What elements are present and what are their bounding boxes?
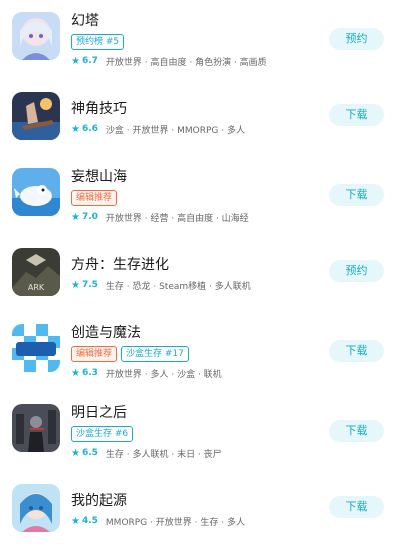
game-title[interactable]: 我的起源 [71, 492, 127, 510]
game-title[interactable]: 创造与魔法 [71, 324, 141, 342]
reserve-button[interactable]: 预约 [329, 260, 384, 282]
game-list: 幻塔 预约榜 #5 ★ 6.7 开放世界 · 高自由度 · 角色扮演 · 高画质… [0, 0, 400, 548]
score: 6.6 [81, 124, 98, 134]
rating-row: ★ 7.5 生存 · 恐龙 · Steam移植 · 多人联机 [71, 278, 251, 292]
game-icon-shenjiao[interactable] [12, 92, 60, 140]
genre-list: 沙盒 · 开放世界 · MMORPG · 多人 [105, 125, 245, 136]
list-item[interactable]: 妄想山海 编辑推荐 ★ 7.0 开放世界 · 经营 · 高自由度 · 山海经 下… [0, 168, 400, 246]
game-title[interactable]: 妄想山海 [71, 168, 127, 186]
genre-list: MMORPG · 开放世界 · 生存 · 多人 [105, 517, 245, 528]
game-title[interactable]: 明日之后 [71, 404, 127, 422]
star-icon: ★ [71, 211, 80, 223]
score: 7.0 [81, 212, 98, 222]
game-icon-mingri[interactable] [12, 404, 60, 452]
star-icon: ★ [71, 515, 80, 527]
game-title[interactable]: 方舟：生存进化 [71, 256, 169, 274]
list-item[interactable]: 神角技巧 ★ 6.6 沙盒 · 开放世界 · MMORPG · 多人 下载 [0, 92, 400, 170]
tag-row: 编辑推荐 沙盒生存 #17 [71, 346, 189, 362]
genre-list: 开放世界 · 高自由度 · 角色扮演 · 高画质 [105, 57, 267, 68]
rating-row: ★ 6.6 沙盒 · 开放世界 · MMORPG · 多人 [71, 122, 245, 136]
rating-row: ★ 6.3 开放世界 · 多人 · 沙盒 · 联机 [71, 366, 222, 380]
list-item[interactable]: 明日之后 沙盒生存 #6 ★ 6.5 生存 · 多人联机 · 末日 · 丧尸 下… [0, 404, 400, 482]
tag-row: 沙盒生存 #6 [71, 426, 134, 442]
download-button[interactable]: 下载 [329, 496, 384, 518]
svg-text:ARK: ARK [28, 283, 45, 292]
download-button[interactable]: 下载 [329, 340, 384, 362]
score: 4.5 [81, 516, 98, 526]
star-icon: ★ [71, 123, 80, 135]
game-title[interactable]: 幻塔 [71, 12, 99, 30]
download-button[interactable]: 下载 [329, 104, 384, 126]
rating-row: ★ 4.5 MMORPG · 开放世界 · 生存 · 多人 [71, 514, 245, 528]
tag-row: 编辑推荐 [71, 190, 118, 206]
rank-tag[interactable]: 预约榜 #5 [71, 34, 125, 50]
download-button[interactable]: 下载 [329, 184, 384, 206]
rating-row: ★ 6.7 开放世界 · 高自由度 · 角色扮演 · 高画质 [71, 54, 267, 68]
rank-tag[interactable]: 沙盒生存 #6 [71, 426, 134, 442]
star-icon: ★ [71, 367, 80, 379]
genre-list: 生存 · 多人联机 · 末日 · 丧尸 [105, 449, 222, 460]
game-title[interactable]: 神角技巧 [71, 100, 127, 118]
reserve-button[interactable]: 预约 [329, 28, 384, 50]
list-item[interactable]: 创造与魔法 编辑推荐 沙盒生存 #17 ★ 6.3 开放世界 · 多人 · 沙盒… [0, 324, 400, 402]
star-icon: ★ [71, 55, 80, 67]
rating-row: ★ 6.5 生存 · 多人联机 · 末日 · 丧尸 [71, 446, 222, 460]
list-item[interactable]: ARK 方舟：生存进化 ★ 7.5 生存 · 恐龙 · Steam移植 · 多人… [0, 248, 400, 326]
game-icon-chuangzao[interactable] [12, 324, 60, 372]
genre-list: 生存 · 恐龙 · Steam移植 · 多人联机 [105, 281, 251, 292]
game-icon-ark[interactable]: ARK [12, 248, 60, 296]
star-icon: ★ [71, 279, 80, 291]
rank-tag[interactable]: 沙盒生存 #17 [121, 346, 189, 362]
score: 6.7 [81, 56, 98, 66]
list-item[interactable]: 幻塔 预约榜 #5 ★ 6.7 开放世界 · 高自由度 · 角色扮演 · 高画质… [0, 12, 400, 90]
list-item[interactable]: 我的起源 ★ 4.5 MMORPG · 开放世界 · 生存 · 多人 下载 [0, 484, 400, 548]
game-icon-huanta[interactable] [12, 12, 60, 60]
editor-pick-tag[interactable]: 编辑推荐 [71, 346, 118, 362]
score: 6.5 [81, 448, 98, 458]
game-icon-wangxiang[interactable] [12, 168, 60, 216]
genre-list: 开放世界 · 经营 · 高自由度 · 山海经 [105, 213, 249, 224]
editor-pick-tag[interactable]: 编辑推荐 [71, 190, 118, 206]
tag-row: 预约榜 #5 [71, 34, 125, 50]
rating-row: ★ 7.0 开放世界 · 经营 · 高自由度 · 山海经 [71, 210, 249, 224]
score: 6.3 [81, 368, 98, 378]
download-button[interactable]: 下载 [329, 420, 384, 442]
score: 7.5 [81, 280, 98, 290]
game-icon-qiyuan[interactable] [12, 484, 60, 532]
star-icon: ★ [71, 447, 80, 459]
genre-list: 开放世界 · 多人 · 沙盒 · 联机 [105, 369, 222, 380]
